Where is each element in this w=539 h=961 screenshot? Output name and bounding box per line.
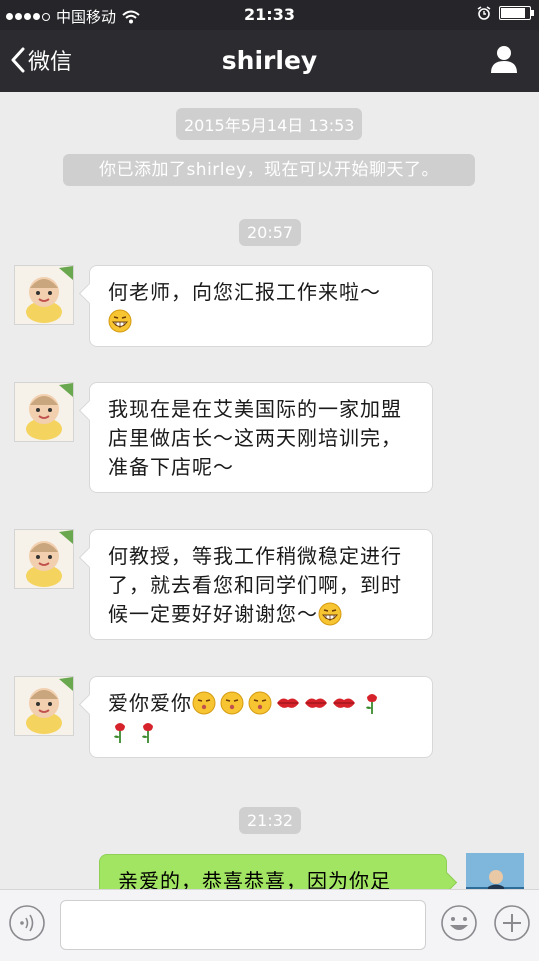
system-message: 你已添加了shirley，现在可以开始聊天了。 [63,154,475,186]
timestamp: 20:57 [239,219,302,246]
message-bubble[interactable]: 何老师，向您汇报工作来啦～ [89,265,433,347]
emoji-button[interactable] [440,904,478,942]
lips-emoji-icon [333,698,355,708]
cartoon-avatar-icon [15,383,73,441]
voice-input-button[interactable] [8,904,46,942]
grin-emoji-icon [318,602,342,626]
rose-emoji-icon [366,694,377,714]
chat-title: shirley [221,46,318,75]
contact-avatar[interactable] [14,265,74,325]
chat-area[interactable]: 2015年5月14日 13:53 你已添加了shirley，现在可以开始聊天了。… [0,92,539,889]
my-avatar[interactable] [466,853,524,889]
cartoon-avatar-icon [15,530,73,588]
message-text: 何教授，等我工作稍微稳定进行了，就去看您和同学们啊，到时候一定要好好谢谢您～ [108,544,402,626]
contact-avatar[interactable] [14,529,74,589]
lips-emoji-icon [277,698,299,708]
cartoon-avatar-icon [15,677,73,735]
alarm-clock-icon [477,6,491,20]
kiss-face-emoji-icon [248,691,272,715]
message-text: 亲爱的，恭喜恭喜，因为你足 [118,869,391,889]
smiley-icon [441,905,477,941]
chat-header: 微信 shirley [0,30,539,92]
my-message-bubble[interactable]: 亲爱的，恭喜恭喜，因为你足 [99,854,447,889]
lips-emoji-icon [305,698,327,708]
status-right [477,6,534,20]
timestamp: 2015年5月14日 13:53 [176,108,363,140]
message-input[interactable] [60,900,426,950]
status-time: 21:33 [244,5,295,24]
contact-profile-button[interactable] [489,44,519,78]
kiss-face-emoji-icon [220,691,244,715]
status-bar: 中国移动 21:33 [0,0,539,30]
message-bubble[interactable]: 爱你爱你 [89,676,433,758]
message-bubble[interactable]: 我现在是在艾美国际的一家加盟店里做店长～这两天刚培训完，准备下店呢～ [89,382,433,493]
grin-emoji-icon [108,309,132,333]
message-text: 爱你爱你 [108,691,192,715]
input-bar [0,889,539,961]
photo-avatar-icon [466,853,524,889]
message-bubble[interactable]: 何教授，等我工作稍微稳定进行了，就去看您和同学们啊，到时候一定要好好谢谢您～ [89,529,433,640]
contact-avatar[interactable] [14,676,74,736]
rose-emoji-icon [114,723,125,743]
timestamp: 21:32 [239,807,302,834]
battery-icon [499,6,534,20]
kiss-face-emoji-icon [192,691,216,715]
contact-avatar[interactable] [14,382,74,442]
message-text: 我现在是在艾美国际的一家加盟店里做店长～这两天刚培训完，准备下店呢～ [108,397,402,479]
plus-icon [494,905,530,941]
cartoon-avatar-icon [15,266,73,324]
message-text: 何老师，向您汇报工作来啦～ [108,280,381,304]
rose-emoji-icon [142,723,153,743]
more-options-button[interactable] [493,904,531,942]
person-icon [491,46,517,73]
voice-icon [9,905,45,941]
